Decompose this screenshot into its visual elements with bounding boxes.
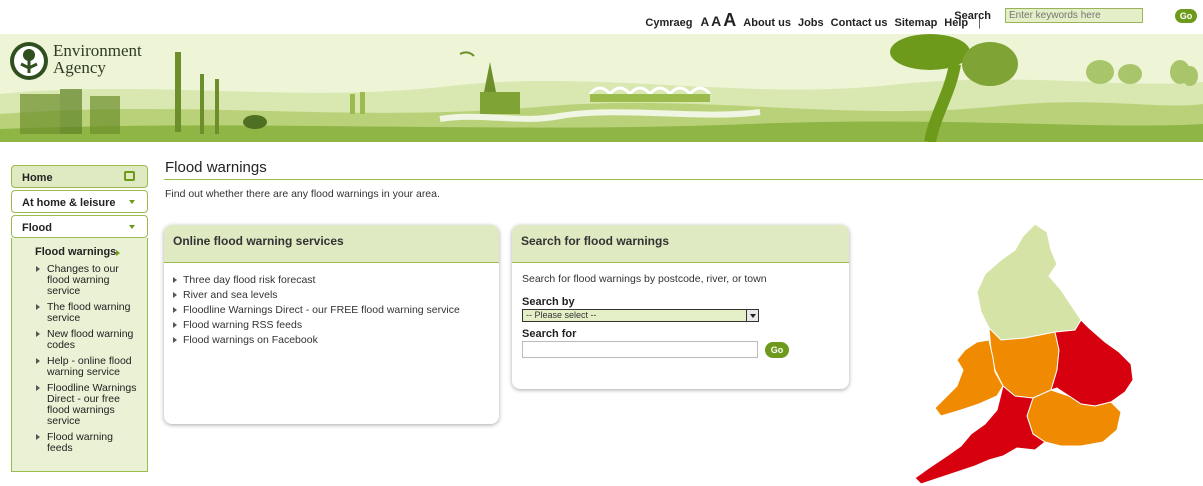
text-size-medium-link[interactable]: A	[711, 13, 721, 29]
search-for-label: Search for	[522, 328, 577, 340]
bullet-arrow-icon	[36, 385, 40, 391]
service-link[interactable]: River and sea levels	[173, 289, 490, 301]
nav-at-home-leisure[interactable]: At home & leisure	[11, 190, 148, 213]
service-link[interactable]: Floodline Warnings Direct - our FREE flo…	[173, 304, 490, 316]
bullet-arrow-icon	[36, 331, 40, 337]
chevron-down-icon	[129, 225, 135, 229]
subnav-item[interactable]: The flood warning service	[12, 302, 147, 329]
service-link-label: River and sea levels	[183, 289, 278, 301]
site-search: Search	[954, 8, 1143, 23]
site-search-label: Search	[954, 9, 991, 22]
subnav-item-label: Changes to our flood warning service	[47, 263, 119, 297]
subnav-item-label: The flood warning service	[47, 301, 131, 324]
nav-flood[interactable]: Flood	[11, 215, 148, 238]
page-intro: Find out whether there are any flood war…	[165, 188, 440, 200]
service-link-label: Floodline Warnings Direct - our FREE flo…	[183, 304, 460, 316]
map-region-east[interactable]	[1050, 319, 1134, 407]
bullet-arrow-icon	[36, 358, 40, 364]
service-link[interactable]: Flood warning RSS feeds	[173, 319, 490, 331]
bullet-arrow-icon	[36, 266, 40, 272]
service-link-label: Three day flood risk forecast	[183, 274, 316, 286]
search-by-value: -- Please select --	[526, 310, 597, 320]
home-icon	[124, 171, 135, 181]
logo-wordmark: Environment Agency	[53, 42, 142, 76]
jobs-link[interactable]: Jobs	[798, 17, 824, 29]
bullet-arrow-icon	[173, 322, 177, 328]
nav-at-home-label: At home & leisure	[22, 197, 116, 209]
subnav-item-label: New flood warning codes	[47, 328, 134, 351]
search-by-select[interactable]: -- Please select --	[522, 309, 759, 322]
search-by-label: Search by	[522, 296, 575, 308]
nav-flood-warnings-label: Flood warnings	[35, 246, 117, 258]
service-link-label: Flood warnings on Facebook	[183, 334, 318, 346]
about-us-link[interactable]: About us	[743, 17, 791, 29]
chevron-right-icon	[116, 250, 120, 256]
nav-flood-warnings-current[interactable]: Flood warnings	[12, 242, 147, 264]
nav-flood-label: Flood	[22, 222, 52, 234]
title-divider	[164, 179, 1203, 180]
text-size-large-link[interactable]: A	[723, 10, 736, 31]
flood-subnav: Flood warnings Changes to our flood warn…	[11, 238, 148, 472]
bullet-arrow-icon	[173, 292, 177, 298]
dropdown-arrow-icon[interactable]	[746, 310, 758, 321]
search-for-input[interactable]	[522, 341, 758, 358]
contact-us-link[interactable]: Contact us	[831, 17, 888, 29]
cymraeg-link[interactable]: Cymraeg	[645, 17, 692, 29]
chevron-down-icon	[129, 200, 135, 204]
service-link[interactable]: Three day flood risk forecast	[173, 274, 490, 286]
left-navigation: Home At home & leisure Flood Flood warni…	[11, 165, 148, 472]
bullet-arrow-icon	[173, 307, 177, 313]
subnav-item[interactable]: New flood warning codes	[12, 329, 147, 356]
subnav-item[interactable]: Flood warning feeds	[12, 432, 147, 459]
subnav-item-label: Flood warning feeds	[47, 431, 113, 454]
service-link-label: Flood warning RSS feeds	[183, 319, 303, 331]
page-title: Flood warnings	[165, 159, 267, 176]
services-link-list: Three day flood risk forecast River and …	[164, 263, 499, 346]
service-link[interactable]: Flood warnings on Facebook	[173, 334, 490, 346]
map-region-north[interactable]	[976, 223, 1082, 341]
bullet-arrow-icon	[173, 337, 177, 343]
subnav-item[interactable]: Help - online flood warning service	[12, 356, 147, 383]
logo-line-1: Environment	[53, 41, 142, 60]
bullet-arrow-icon	[36, 434, 40, 440]
nav-home[interactable]: Home	[11, 165, 148, 188]
flood-search-description: Search for flood warnings by postcode, r…	[522, 273, 767, 285]
online-services-heading: Online flood warning services	[164, 225, 499, 263]
flood-search-heading: Search for flood warnings	[512, 225, 849, 263]
bullet-arrow-icon	[173, 277, 177, 283]
search-for-row: Go	[522, 341, 849, 358]
logo-emblem-icon	[10, 42, 48, 80]
subnav-item-label: Help - online flood warning service	[47, 355, 132, 378]
subnav-item[interactable]: Floodline Warnings Direct - our free flo…	[12, 383, 147, 432]
environment-agency-logo[interactable]: Environment Agency	[10, 42, 142, 80]
logo-line-2: Agency	[53, 58, 106, 77]
utility-nav: Cymraeg A A A About us Jobs Contact us S…	[638, 10, 985, 31]
header-banner: Environment Agency	[0, 34, 1203, 142]
subnav-item-label: Floodline Warnings Direct - our free flo…	[47, 382, 137, 427]
online-services-panel: Online flood warning services Three day …	[164, 225, 499, 424]
top-utility-bar: Cymraeg A A A About us Jobs Contact us S…	[0, 0, 1203, 34]
site-search-go-button[interactable]: Go	[1175, 9, 1197, 23]
flood-warning-map[interactable]	[905, 220, 1145, 486]
flood-search-panel: Search for flood warnings Search for flo…	[512, 225, 849, 389]
nav-home-label: Home	[22, 172, 53, 184]
subnav-item[interactable]: Changes to our flood warning service	[12, 264, 147, 302]
sitemap-link[interactable]: Sitemap	[895, 17, 938, 29]
flood-search-go-button[interactable]: Go	[765, 341, 789, 358]
text-size-small-link[interactable]: A	[701, 15, 710, 29]
site-search-input[interactable]	[1005, 8, 1143, 23]
bullet-arrow-icon	[36, 304, 40, 310]
landscape-illustration	[0, 34, 1203, 142]
